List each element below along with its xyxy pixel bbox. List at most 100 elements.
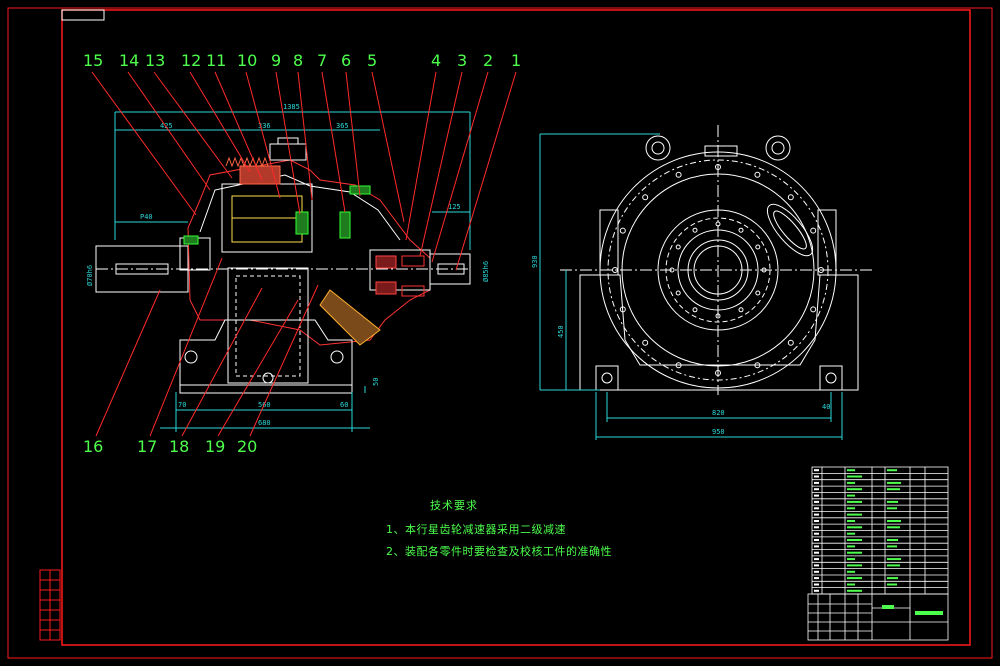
parts-list-name-mark (847, 488, 862, 491)
callout-18: 18 (169, 437, 189, 456)
end-view-dimensions (539, 133, 843, 440)
dim-base-right: 60 (340, 401, 348, 409)
parts-list-material-mark (887, 577, 898, 580)
callout-leader-9 (275, 71, 301, 215)
parts-list-name-mark (847, 494, 855, 497)
callout-leader-16 (95, 289, 161, 437)
parts-list-material-mark (887, 526, 900, 529)
callout-6: 6 (341, 51, 351, 70)
parts-list-name-mark (847, 513, 862, 516)
bolt-hole (810, 306, 817, 313)
parts-list-index-mark (814, 558, 819, 561)
parts-list-name-mark (847, 539, 862, 541)
callout-9: 9 (271, 51, 281, 70)
parts-list-material-mark (887, 507, 897, 510)
inner-bolt-hole (738, 307, 744, 313)
dim-overall: 1385 (283, 103, 300, 111)
parts-list-name-mark (847, 481, 855, 484)
parts-list-name-mark (847, 507, 855, 510)
callout-3: 3 (457, 51, 467, 70)
callout-15: 15 (83, 51, 103, 70)
dim-center-height: 450 (557, 325, 565, 338)
dim-output-dia: Ø85h6 (482, 261, 490, 282)
callout-19: 19 (205, 437, 225, 456)
callout-12: 12 (181, 51, 201, 70)
parts-list-material-mark (887, 520, 901, 522)
callout-5: 5 (367, 51, 377, 70)
bolt-hole (642, 339, 649, 346)
parts-list-index-mark (814, 513, 819, 516)
inner-bolt-hole (675, 244, 681, 250)
dim-base-left: 70 (178, 401, 186, 409)
parts-list-index-mark (814, 564, 819, 567)
parts-list-name-mark (847, 570, 855, 573)
callout-17: 17 (137, 437, 157, 456)
parts-list-index-mark (814, 481, 819, 484)
parts-list-index-mark (814, 507, 819, 510)
parts-list-index-mark (814, 475, 819, 478)
parts-list-table (811, 466, 949, 595)
dim-width-outer: 950 (712, 428, 725, 436)
dim-input-dia: Ø70h6 (86, 265, 94, 286)
parts-list-material-mark (887, 583, 897, 586)
parts-list-index-mark (814, 526, 819, 529)
callout-leader-15 (91, 71, 197, 216)
parts-list-index-mark (814, 520, 819, 522)
parts-list-material-mark (887, 481, 901, 484)
bolt-hole (619, 227, 626, 234)
inner-bolt-hole (755, 244, 761, 250)
bolt-hole (642, 194, 649, 201)
dim-right: 365 (336, 122, 349, 130)
side-view (95, 137, 471, 394)
callout-8: 8 (293, 51, 303, 70)
callout-7: 7 (317, 51, 327, 70)
parts-list-index-mark (814, 545, 819, 548)
parts-list-name-mark (847, 469, 855, 472)
callout-2: 2 (483, 51, 493, 70)
callout-4: 4 (431, 51, 441, 70)
side-view-dim-text: 1385 425 336 365 P40 125 Ø70h6 Ø85h6 560… (86, 103, 490, 427)
inner-bolt-hole (675, 290, 681, 296)
dim-width-inner: 820 (712, 409, 725, 417)
parts-list-index-mark (814, 589, 819, 592)
parts-list-material-mark (887, 488, 900, 491)
callout-14: 14 (119, 51, 139, 70)
dim-base-outer: 680 (258, 419, 271, 427)
parts-list-index-mark (814, 500, 819, 503)
dim-left: 425 (160, 122, 173, 130)
parts-list-index-mark (814, 494, 819, 497)
parts-list-material-mark (887, 564, 900, 567)
parts-list-index-mark (814, 583, 819, 586)
callout-1: 1 (511, 51, 521, 70)
parts-list-material-mark (887, 539, 898, 541)
parts-list-name-mark (847, 532, 855, 535)
tech-requirement-2: 2、装配各零件时要检查及校核工件的准确性 (386, 545, 612, 558)
parts-list-material-mark (887, 558, 901, 561)
title-block (807, 593, 949, 641)
callout-leader-7 (321, 71, 346, 213)
binding-strip (39, 569, 61, 641)
dim-shaft-right: 125 (448, 203, 461, 211)
parts-list-index-mark (814, 577, 819, 580)
parts-list-name-mark (847, 475, 862, 478)
callout-13: 13 (145, 51, 165, 70)
parts-list-name-mark (847, 583, 855, 586)
parts-list-name-mark (847, 500, 862, 503)
parts-list-name-mark (847, 589, 862, 592)
inner-bolt-hole (692, 307, 698, 313)
bolt-hole (787, 339, 794, 346)
drawing-outer-frame (7, 7, 993, 659)
parts-list-name-mark (847, 558, 855, 561)
callout-11: 11 (206, 51, 226, 70)
parts-list-index-mark (814, 570, 819, 573)
drawing-number-box (61, 9, 105, 21)
parts-list-index-mark (814, 551, 819, 554)
callout-leader-5 (371, 71, 405, 223)
parts-list-name-mark (847, 545, 855, 548)
parts-list-material-mark (887, 469, 897, 472)
dim-base-height: 50 (372, 378, 380, 386)
callout-leader-6 (345, 71, 361, 197)
bolt-hole (810, 227, 817, 234)
callout-leader-1 (455, 71, 517, 271)
parts-list-material-mark (887, 500, 898, 503)
